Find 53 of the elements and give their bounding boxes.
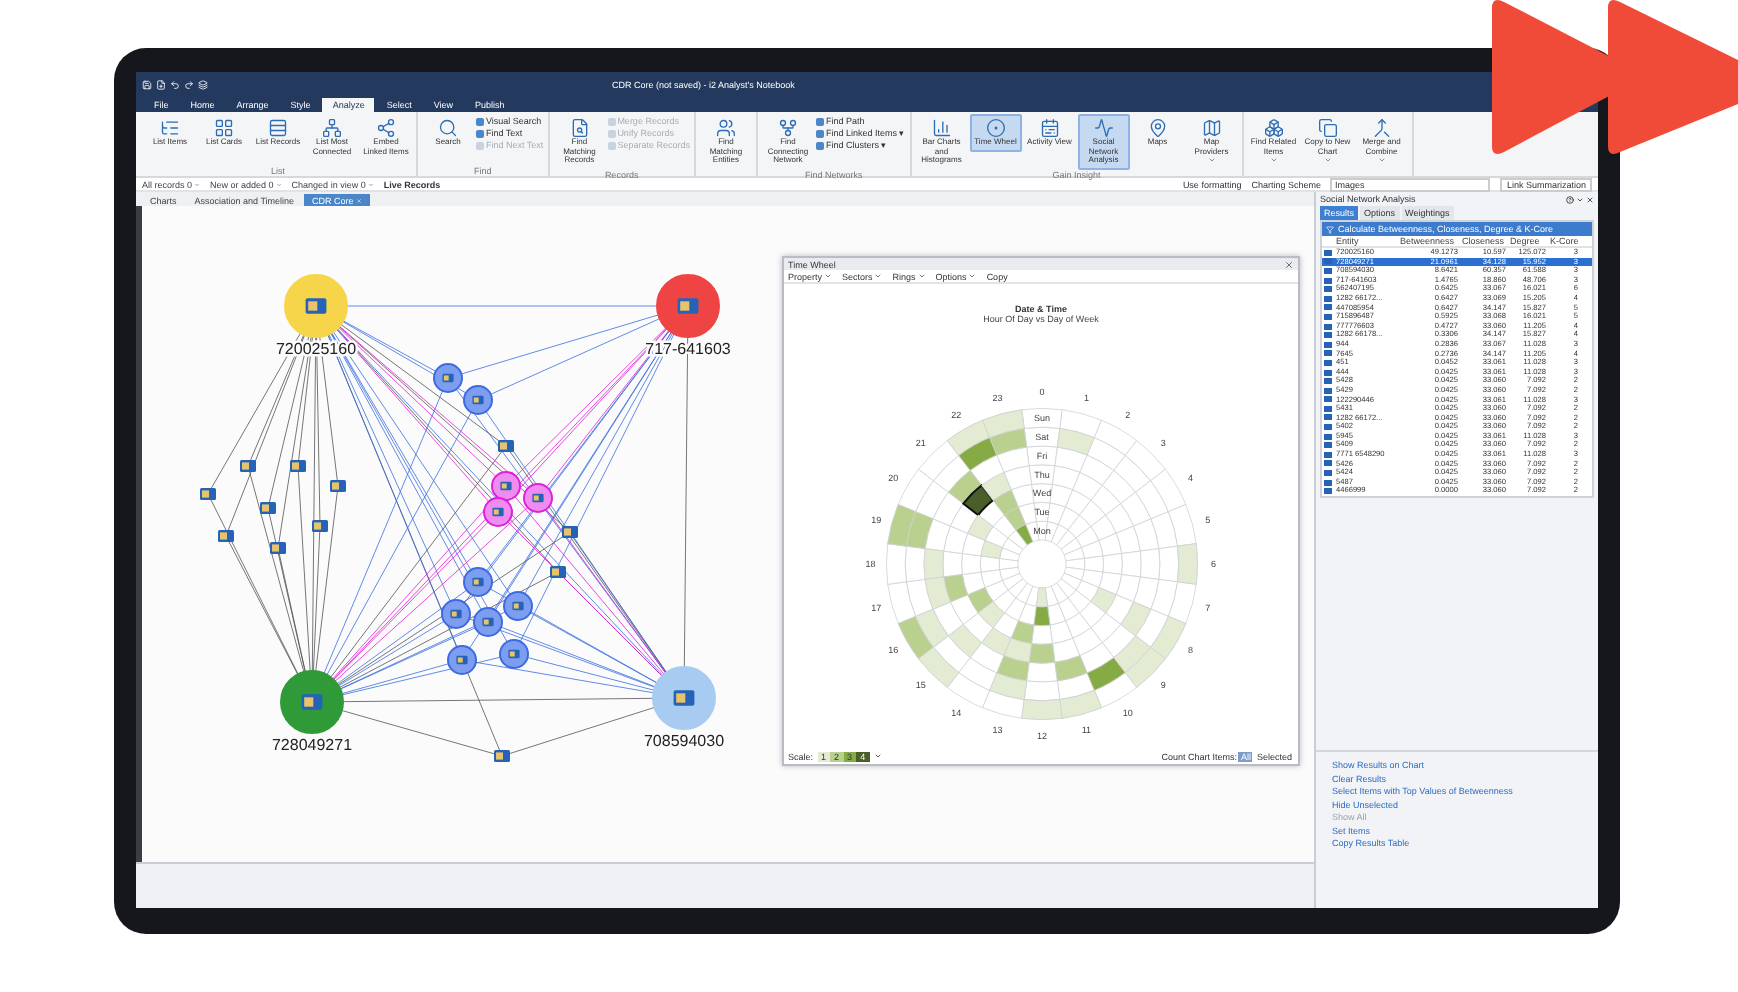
people-icon (715, 118, 736, 138)
phone-node[interactable] (503, 591, 533, 621)
file-search-icon (569, 118, 590, 138)
phone-node[interactable] (499, 639, 529, 669)
sim-card-icon[interactable] (260, 502, 276, 514)
sim-card-icon[interactable] (498, 440, 514, 452)
share-icon (376, 118, 396, 138)
fork-icon (777, 118, 798, 138)
search-icon (438, 118, 458, 138)
sim-card-icon[interactable] (240, 460, 256, 472)
sim-card-icon[interactable] (562, 526, 578, 538)
boxes-icon (1263, 118, 1284, 138)
redo-icon[interactable] (184, 79, 194, 89)
sim-card-icon[interactable] (218, 530, 234, 542)
phone-node[interactable] (433, 363, 463, 393)
wheel-icon (985, 118, 1006, 138)
entity-node[interactable] (280, 670, 344, 734)
phone-node[interactable] (523, 483, 553, 513)
undo-icon[interactable] (170, 79, 180, 89)
map-pin-icon (1147, 118, 1168, 138)
phone-node[interactable] (441, 599, 471, 629)
grid-icon (214, 118, 234, 138)
activity-icon (1093, 118, 1114, 138)
phone-node[interactable] (483, 497, 513, 527)
sim-card-icon[interactable] (550, 566, 566, 578)
sim-card-icon[interactable] (290, 460, 306, 472)
tree-list-icon (160, 118, 180, 138)
sim-card-icon[interactable] (312, 520, 328, 532)
sim-card-icon[interactable] (494, 750, 510, 762)
calendar-icon (1039, 118, 1060, 138)
node-label: 708594030 (643, 732, 725, 750)
phone-node[interactable] (491, 471, 521, 501)
sim-card-icon[interactable] (330, 480, 346, 492)
map-icon (1201, 118, 1222, 138)
rows-icon (268, 118, 288, 138)
help-icon[interactable] (1566, 195, 1574, 203)
sim-card-icon[interactable] (270, 542, 286, 554)
new-file-icon[interactable] (156, 79, 166, 89)
save-icon[interactable] (142, 79, 152, 89)
entity-node[interactable] (652, 666, 716, 730)
network-icon (322, 118, 342, 138)
phone-node[interactable] (463, 385, 493, 415)
node-label: 728049271 (271, 736, 353, 754)
layers-icon[interactable] (198, 79, 208, 89)
bar-chart-icon (931, 118, 952, 138)
copy-icon (1317, 118, 1338, 138)
merge-icon (1371, 118, 1392, 138)
sim-card-icon[interactable] (200, 488, 216, 500)
phone-node[interactable] (473, 607, 503, 637)
funnel-icon (1326, 225, 1334, 233)
phone-node[interactable] (463, 567, 493, 597)
entity-node[interactable] (656, 274, 720, 338)
phone-node[interactable] (447, 645, 477, 675)
